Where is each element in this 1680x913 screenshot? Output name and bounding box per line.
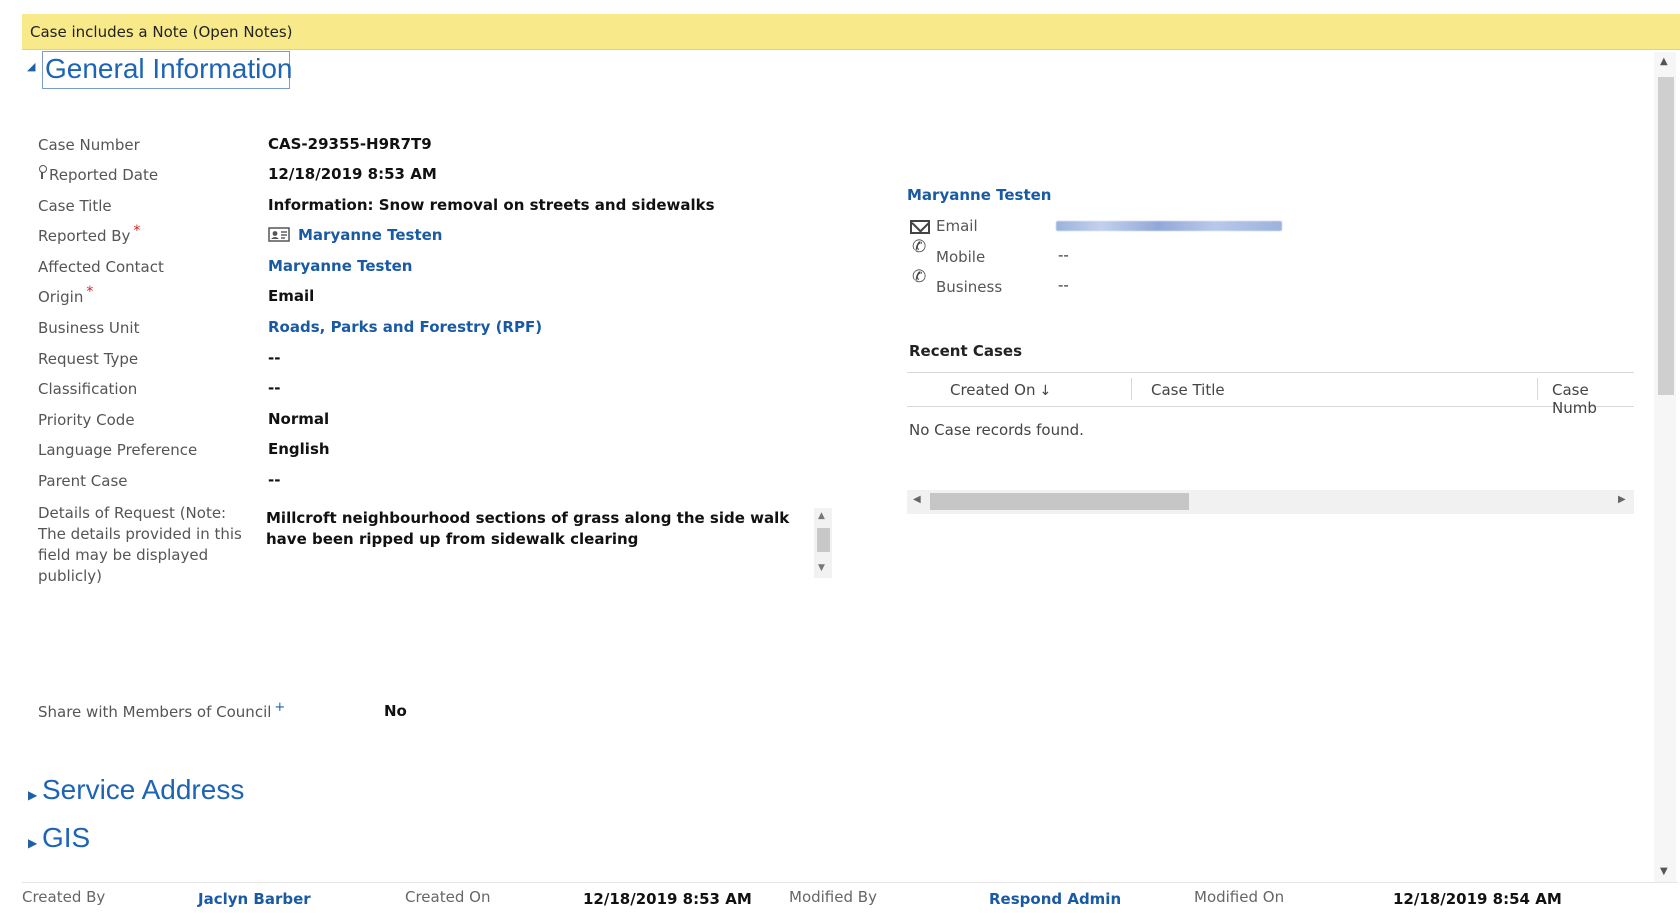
column-divider[interactable] <box>1537 378 1538 400</box>
expand-triangle-icon[interactable]: ▶ <box>28 836 37 850</box>
scroll-left-arrow-icon[interactable]: ◀ <box>913 494 921 505</box>
reported-date-label-text: Reported Date <box>49 166 159 184</box>
reported-by-label: Reported By * <box>38 223 140 245</box>
business-unit-label: Business Unit <box>38 319 140 337</box>
notes-notification-text[interactable]: Case includes a Note (Open Notes) <box>30 23 293 41</box>
classification-value[interactable]: -- <box>268 379 280 397</box>
request-type-label: Request Type <box>38 350 139 368</box>
collapse-triangle-icon[interactable]: ◢ <box>27 60 35 73</box>
contact-business-value: -- <box>1058 276 1069 294</box>
horizontal-scroll-thumb[interactable] <box>930 493 1189 510</box>
details-label-line: Details of Request (Note: <box>38 504 227 522</box>
column-header-label: Created On <box>950 381 1036 399</box>
share-council-label: Share with Members of Council + <box>38 700 286 721</box>
section-title-gis[interactable]: GIS <box>42 822 90 854</box>
required-indicator: * <box>86 284 94 300</box>
details-label-line: The details provided in this <box>38 525 242 543</box>
column-divider[interactable] <box>1131 378 1132 400</box>
case-title-label: Case Title <box>38 197 112 215</box>
details-of-request-label: Details of Request (Note: The details pr… <box>38 503 242 587</box>
contact-card-icon <box>268 227 290 242</box>
origin-label-text: Origin <box>38 288 84 306</box>
details-label-line: publicly) <box>38 567 103 585</box>
contact-email-label: Email <box>936 217 978 235</box>
modified-on-label: Modified On <box>1194 888 1285 906</box>
origin-value[interactable]: Email <box>268 287 314 305</box>
scroll-right-arrow-icon[interactable]: ▶ <box>1618 494 1626 505</box>
priority-code-value[interactable]: Normal <box>268 410 329 428</box>
modified-on-value: 12/18/2019 8:54 AM <box>1393 890 1562 908</box>
scroll-down-arrow-icon[interactable]: ▼ <box>1660 866 1668 877</box>
notes-notification-bar[interactable]: Case includes a Note (Open Notes) <box>22 14 1680 50</box>
sort-descending-icon: ↓ <box>1039 383 1052 399</box>
language-preference-label: Language Preference <box>38 441 198 459</box>
recommended-indicator: + <box>274 700 286 715</box>
contact-email-value-redacted[interactable] <box>1056 221 1282 231</box>
reported-by-label-text: Reported By <box>38 227 131 245</box>
created-by-link[interactable]: Jaclyn Barber <box>198 890 311 908</box>
affected-contact-label: Affected Contact <box>38 258 164 276</box>
created-by-label: Created By <box>22 888 106 906</box>
form-vertical-scrollbar[interactable]: ▲ ▼ <box>1654 52 1676 882</box>
affected-contact-link[interactable]: Maryanne Testen <box>268 257 412 275</box>
share-council-value[interactable]: No <box>384 702 407 720</box>
required-indicator: * <box>133 223 141 239</box>
scroll-down-arrow-icon[interactable]: ▼ <box>818 563 825 573</box>
scroll-up-arrow-icon[interactable]: ▲ <box>1660 56 1668 67</box>
reported-date-value[interactable]: 12/18/2019 8:53 AM <box>268 165 437 183</box>
reported-by-value[interactable]: Maryanne Testen <box>268 226 442 244</box>
details-of-request-field[interactable]: Millcroft neighbourhood sections of gras… <box>266 508 836 578</box>
language-preference-value[interactable]: English <box>268 440 330 458</box>
modified-by-label: Modified By <box>789 888 877 906</box>
modified-by-link[interactable]: Respond Admin <box>989 890 1121 908</box>
priority-code-label: Priority Code <box>38 411 135 429</box>
column-header-created-on[interactable]: Created On ↓ <box>950 381 1051 399</box>
contact-business-label: Business <box>936 278 1003 296</box>
recent-cases-empty-message: No Case records found. <box>909 421 1084 439</box>
phone-icon: ✆ <box>912 267 927 287</box>
created-on-value: 12/18/2019 8:53 AM <box>583 890 752 908</box>
reported-by-link[interactable]: Maryanne Testen <box>298 226 442 244</box>
parent-case-value[interactable]: -- <box>268 471 280 489</box>
recent-cases-grid-header: Created On ↓ Case Title Case Numb <box>907 372 1634 417</box>
reported-date-label: Reported Date <box>38 165 159 184</box>
section-title-service-address[interactable]: Service Address <box>42 774 244 806</box>
classification-label: Classification <box>38 380 138 398</box>
request-type-value[interactable]: -- <box>268 349 280 367</box>
details-scroll-thumb[interactable] <box>817 528 830 552</box>
details-scrollbar[interactable]: ▲ ▼ <box>814 508 832 578</box>
vertical-scroll-thumb[interactable] <box>1658 77 1674 395</box>
record-footer: Created By Jaclyn Barber Created On 12/1… <box>22 882 1678 913</box>
share-council-label-text: Share with Members of Council <box>38 703 272 721</box>
recent-cases-title: Recent Cases <box>909 342 1023 360</box>
origin-label: Origin * <box>38 284 93 306</box>
case-title-value[interactable]: Information: Snow removal on streets and… <box>268 196 715 214</box>
case-number-value[interactable]: CAS-29355-H9R7T9 <box>268 135 432 153</box>
pin-icon <box>38 165 47 179</box>
business-unit-link[interactable]: Roads, Parks and Forestry (RPF) <box>268 318 542 336</box>
case-number-label: Case Number <box>38 136 140 154</box>
section-title-general-information[interactable]: General Information <box>45 53 292 85</box>
scroll-up-arrow-icon[interactable]: ▲ <box>818 511 825 521</box>
column-header-case-number[interactable]: Case Numb <box>1552 381 1634 417</box>
details-of-request-value[interactable]: Millcroft neighbourhood sections of gras… <box>266 508 814 550</box>
column-header-case-title[interactable]: Case Title <box>1151 381 1225 399</box>
recent-cases-horizontal-scrollbar[interactable]: ◀ ▶ <box>907 490 1634 514</box>
contact-mobile-value: -- <box>1058 246 1069 264</box>
email-icon <box>910 220 930 234</box>
phone-icon: ✆ <box>912 237 927 257</box>
details-label-line: field may be displayed <box>38 546 209 564</box>
created-on-label: Created On <box>405 888 491 906</box>
parent-case-label: Parent Case <box>38 472 128 490</box>
contact-mobile-label: Mobile <box>936 248 986 266</box>
contact-card-name-link[interactable]: Maryanne Testen <box>907 186 1051 204</box>
expand-triangle-icon[interactable]: ▶ <box>28 788 37 802</box>
